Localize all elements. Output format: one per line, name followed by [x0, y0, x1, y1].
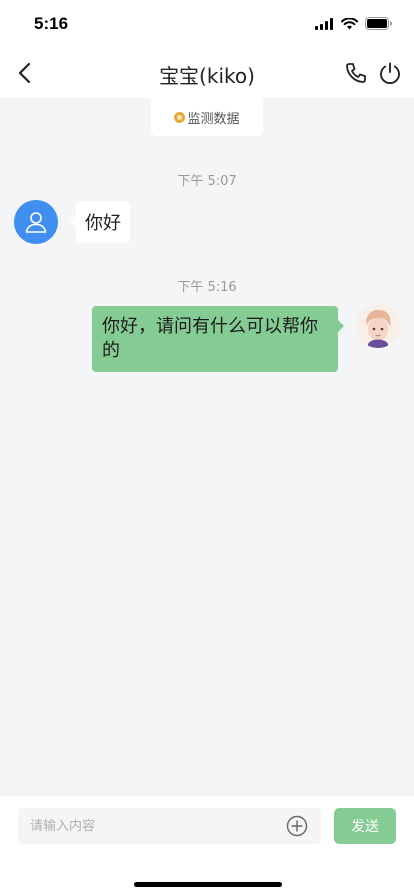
power-icon[interactable]	[378, 61, 402, 85]
signal-icon	[315, 17, 333, 30]
nav-bar: 宝宝(kiko)	[0, 48, 414, 98]
avatar[interactable]	[14, 200, 58, 244]
message-bubble-sent[interactable]: 你好，请问有什么可以帮你的	[92, 306, 344, 372]
message-timestamp: 下午 5:16	[177, 280, 237, 295]
status-bar: 5:16	[0, 0, 414, 48]
home-indicator[interactable]	[134, 882, 282, 887]
add-circle-icon[interactable]	[286, 815, 308, 837]
wifi-icon	[341, 17, 358, 29]
input-bar: 发送	[0, 796, 414, 896]
user-photo-icon	[356, 304, 400, 348]
message-input[interactable]	[18, 808, 278, 844]
user-icon	[25, 212, 47, 233]
phone-icon[interactable]	[344, 61, 368, 85]
status-time: 5:16	[34, 14, 69, 33]
message-input-container	[18, 808, 321, 844]
message-bubble-received[interactable]: 你好	[70, 201, 130, 243]
monitor-data-label: 监测数据	[187, 111, 240, 127]
monitor-data-button[interactable]: 监测数据	[151, 98, 263, 136]
monitor-data-icon	[174, 111, 186, 123]
message-timestamp: 下午 5:07	[177, 174, 237, 189]
status-icons	[315, 17, 392, 30]
send-button[interactable]: 发送	[334, 808, 396, 844]
battery-icon	[365, 17, 392, 30]
avatar[interactable]	[356, 304, 400, 348]
